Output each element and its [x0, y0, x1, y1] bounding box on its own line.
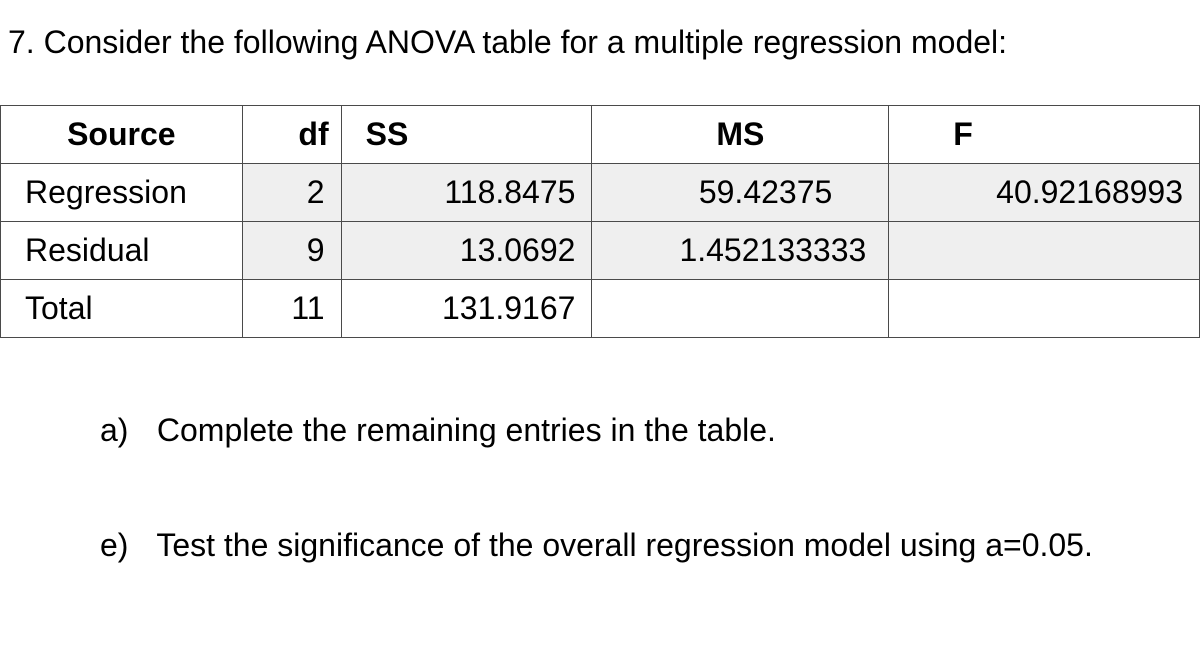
- cell-ms: 59.42375: [592, 163, 889, 221]
- header-ss: SS: [341, 105, 592, 163]
- cell-df: 9: [242, 221, 341, 279]
- cell-f: 40.92168993: [889, 163, 1200, 221]
- table-row: Residual 9 13.0692 1.452133333: [1, 221, 1200, 279]
- cell-df: 11: [242, 279, 341, 337]
- cell-ss: 118.8475: [341, 163, 592, 221]
- cell-df: 2: [242, 163, 341, 221]
- cell-source: Total: [1, 279, 243, 337]
- subitem-e-label: e): [100, 523, 148, 568]
- table-row: Total 11 131.9167: [1, 279, 1200, 337]
- cell-ms: 1.452133333: [592, 221, 889, 279]
- header-ms: MS: [592, 105, 889, 163]
- question-prompt: 7. Consider the following ANOVA table fo…: [0, 20, 1200, 105]
- cell-f: [889, 221, 1200, 279]
- table-header-row: Source df SS MS F: [1, 105, 1200, 163]
- cell-source: Regression: [1, 163, 243, 221]
- cell-source: Residual: [1, 221, 243, 279]
- subitem-e-text: Test the significance of the overall reg…: [156, 527, 1093, 563]
- cell-ss: 13.0692: [341, 221, 592, 279]
- header-f: F: [889, 105, 1200, 163]
- header-df: df: [242, 105, 341, 163]
- question-text-body: Consider the following ANOVA table for a…: [44, 24, 1007, 60]
- subitem-a: a) Complete the remaining entries in the…: [0, 408, 1200, 453]
- subitem-a-label: a): [100, 408, 148, 453]
- question-number: 7.: [8, 24, 35, 60]
- table-row: Regression 2 118.8475 59.42375 40.921689…: [1, 163, 1200, 221]
- cell-f: [889, 279, 1200, 337]
- cell-ss: 131.9167: [341, 279, 592, 337]
- anova-table: Source df SS MS F Regression 2 118.8475 …: [0, 105, 1200, 338]
- subitem-a-text: Complete the remaining entries in the ta…: [157, 412, 776, 448]
- header-source: Source: [1, 105, 243, 163]
- cell-ms: [592, 279, 889, 337]
- subitem-e: e) Test the significance of the overall …: [0, 523, 1200, 568]
